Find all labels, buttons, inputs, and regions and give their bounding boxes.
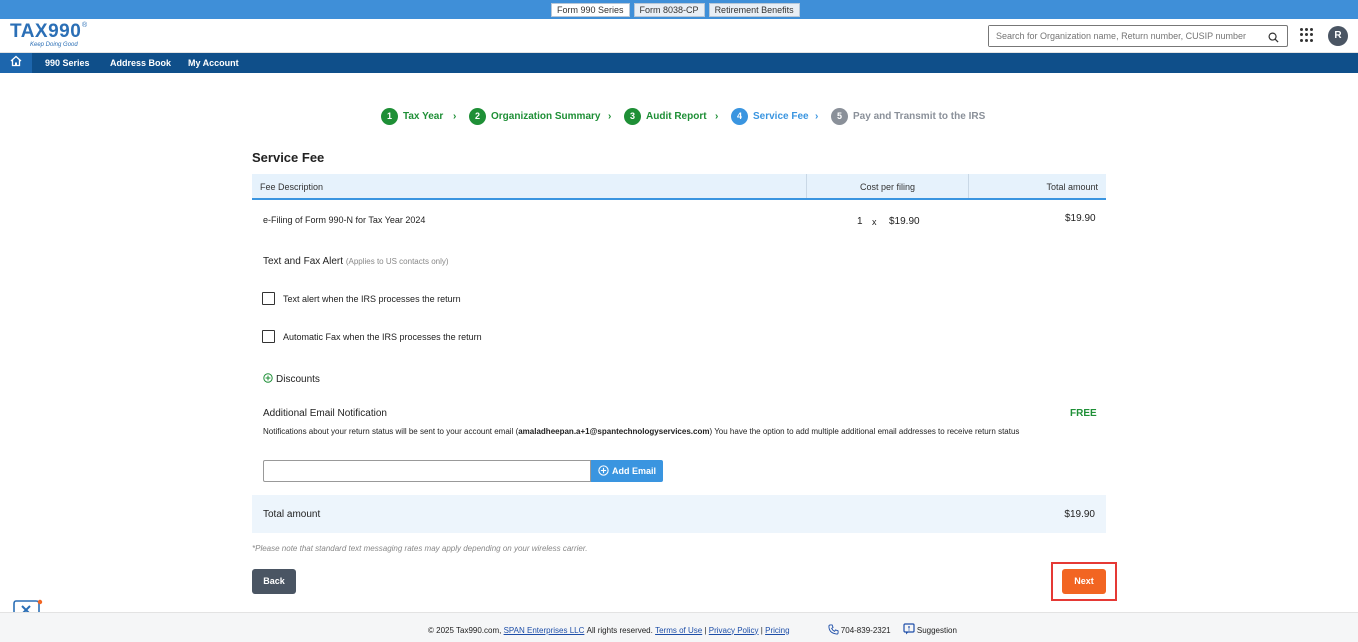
logo-registered-mark: ® — [82, 22, 88, 29]
step-label: Tax Year — [403, 110, 444, 122]
total-value: $19.90 — [1064, 509, 1095, 520]
table-header: Fee Description Cost per filing Total am… — [252, 174, 1106, 200]
progress-stepper: 1 Tax Year › 2 Organization Summary › 3 … — [0, 107, 1358, 125]
step-service-fee[interactable]: 4 Service Fee — [731, 107, 809, 125]
plus-circle-icon — [263, 370, 273, 388]
main-nav: 990 Series Address Book My Account — [0, 53, 1358, 73]
email-notification-description: Notifications about your return status w… — [263, 426, 1103, 437]
step-number: 3 — [624, 107, 641, 125]
tab-form-8038-cp[interactable]: Form 8038-CP — [633, 3, 705, 17]
step-tax-year[interactable]: 1 Tax Year — [381, 107, 443, 125]
col-fee-description: Fee Description — [252, 174, 807, 198]
next-button[interactable]: Next — [1062, 569, 1106, 594]
fee-cost: $19.90 — [889, 216, 920, 227]
footer-separator: | — [760, 625, 763, 635]
footer-rights: All rights reserved. — [586, 625, 653, 635]
step-label: Pay and Transmit to the IRS — [853, 110, 986, 122]
email-desc-start: Notifications about your return status w… — [263, 427, 519, 436]
alerts-note: (Applies to US contacts only) — [345, 257, 449, 266]
home-button[interactable] — [0, 53, 32, 73]
chevron-right-icon: › — [715, 111, 719, 122]
fax-alert-label[interactable]: Automatic Fax when the IRS processes the… — [283, 332, 482, 342]
footer-pricing-link[interactable]: Pricing — [765, 626, 789, 635]
tab-form-990-series[interactable]: Form 990 Series — [551, 3, 630, 17]
text-alert-checkbox[interactable] — [262, 292, 275, 305]
plus-circle-icon — [598, 464, 609, 478]
discounts-label: Discounts — [276, 373, 320, 385]
avatar[interactable]: R — [1328, 26, 1348, 46]
col-cost-per-filing: Cost per filing — [807, 174, 969, 198]
fee-table: Fee Description Cost per filing Total am… — [252, 174, 1106, 200]
email-desc-end: ) You have the option to add multiple ad… — [709, 427, 1020, 436]
step-number: 1 — [381, 107, 398, 125]
alerts-title: Text and Fax Alert (Applies to US contac… — [263, 256, 449, 267]
add-email-button[interactable]: Add Email — [591, 460, 663, 482]
footer-suggestion[interactable]: Suggestion — [917, 626, 957, 635]
col-total-amount: Total amount — [1046, 182, 1098, 192]
suggestion-icon — [903, 623, 915, 637]
chevron-right-icon: › — [608, 111, 612, 122]
step-label: Audit Report — [646, 110, 707, 122]
chevron-right-icon: › — [453, 111, 457, 122]
fee-description: e-Filing of Form 990-N for Tax Year 2024 — [263, 215, 426, 225]
text-alert-label[interactable]: Text alert when the IRS processes the re… — [283, 294, 461, 304]
page-title: Service Fee — [252, 150, 325, 165]
product-tab-strip: Form 990 Series Form 8038-CP Retirement … — [0, 0, 1358, 19]
tax990-logo[interactable]: TAX990 ® Keep Doing Good — [10, 22, 90, 50]
footer-phone[interactable]: 704-839-2321 — [841, 626, 891, 635]
step-label: Organization Summary — [491, 110, 601, 122]
search-box — [988, 25, 1288, 47]
email-notification-price: FREE — [1070, 408, 1097, 419]
step-number: 2 — [469, 107, 486, 125]
footer-copyright: © 2025 Tax990.com, — [428, 625, 502, 635]
logo-tagline: Keep Doing Good — [30, 42, 78, 48]
nav-item-my-account[interactable]: My Account — [188, 53, 239, 73]
account-email: amaladheepan.a+1@spantechnologyservices.… — [518, 427, 710, 436]
search-icon[interactable] — [1268, 30, 1279, 48]
fee-times-sign: x — [872, 217, 877, 227]
chevron-right-icon: › — [815, 111, 819, 122]
home-icon — [10, 54, 22, 72]
email-notification-title: Additional Email Notification — [263, 408, 387, 419]
footer-line: © 2025 Tax990.com, SPAN Enterprises LLC … — [428, 623, 957, 637]
footer-terms-link[interactable]: Terms of Use — [655, 626, 702, 635]
footer-company-link[interactable]: SPAN Enterprises LLC — [504, 626, 585, 635]
total-bar: Total amount $19.90 — [252, 495, 1106, 533]
fee-quantity: 1 — [857, 216, 863, 227]
page-footer: © 2025 Tax990.com, SPAN Enterprises LLC … — [0, 612, 1358, 642]
step-organization-summary[interactable]: 2 Organization Summary — [469, 107, 600, 125]
apps-grid-icon[interactable] — [1300, 28, 1314, 42]
fax-alert-checkbox[interactable] — [262, 330, 275, 343]
step-number: 4 — [731, 107, 748, 125]
nav-item-990-series[interactable]: 990 Series — [45, 53, 90, 73]
app-header: TAX990 ® Keep Doing Good R — [0, 19, 1358, 53]
nav-item-address-book[interactable]: Address Book — [110, 53, 171, 73]
search-input[interactable] — [989, 26, 1259, 46]
fee-total: $19.90 — [1065, 213, 1096, 224]
tab-retirement-benefits[interactable]: Retirement Benefits — [708, 3, 800, 17]
discounts-toggle[interactable]: Discounts — [263, 370, 320, 388]
step-label: Service Fee — [753, 110, 809, 122]
phone-icon — [828, 623, 839, 637]
sms-rates-note: *Please note that standard text messagin… — [252, 544, 588, 553]
step-number: 5 — [831, 107, 848, 125]
step-audit-report[interactable]: 3 Audit Report — [624, 107, 707, 125]
total-label: Total amount — [263, 509, 321, 520]
footer-privacy-link[interactable]: Privacy Policy — [709, 626, 759, 635]
logo-word: TAX990 — [10, 21, 82, 42]
alerts-title-text: Text and Fax Alert — [263, 256, 344, 267]
additional-email-input[interactable] — [263, 460, 591, 482]
step-pay-and-transmit[interactable]: 5 Pay and Transmit to the IRS — [831, 107, 985, 125]
add-email-label: Add Email — [611, 466, 656, 476]
back-button[interactable]: Back — [252, 569, 296, 594]
footer-separator: | — [704, 625, 707, 635]
